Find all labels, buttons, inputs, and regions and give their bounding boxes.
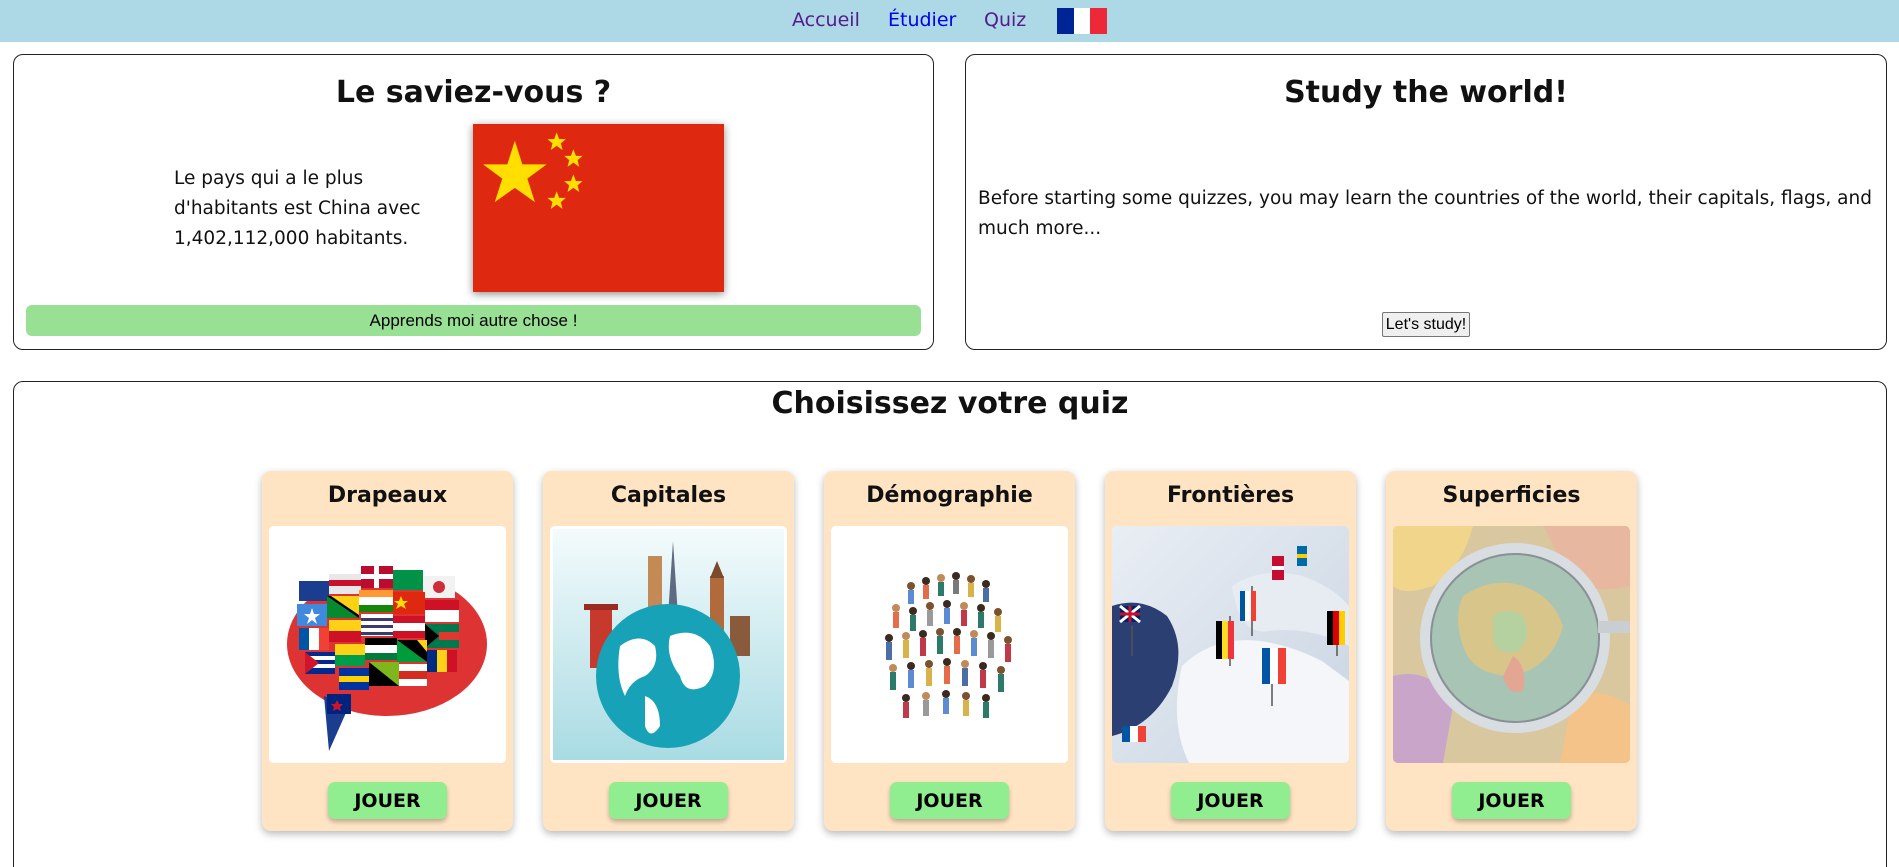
study-title: Study the world!	[1284, 75, 1568, 110]
quiz-card-drapeaux: Drapeaux JOUER	[262, 471, 513, 831]
card-title: Superficies	[1442, 483, 1581, 508]
study-text: Before starting some quizzes, you may le…	[978, 188, 1872, 239]
study-panel: Study the world! Before starting some qu…	[965, 54, 1887, 350]
lets-study-button[interactable]: Let's study!	[1382, 312, 1470, 337]
quiz-card-frontieres: Frontières JOUER	[1105, 471, 1356, 831]
quiz-card-capitales: Capitales JOUER	[543, 471, 794, 831]
teach-me-more-button[interactable]: Apprends moi autre chose !	[26, 305, 921, 336]
play-button-demographie[interactable]: JOUER	[890, 782, 1009, 819]
card-title: Démographie	[866, 483, 1033, 508]
crowd-of-people-image	[831, 526, 1068, 763]
quiz-panel: Choisissez votre quiz Drapeaux JOUER Cap…	[13, 381, 1887, 867]
play-button-capitales[interactable]: JOUER	[609, 782, 728, 819]
map-with-flag-pins-image	[1112, 526, 1349, 763]
quiz-card-demographie: Démographie JOUER	[824, 471, 1075, 831]
nav-link-accueil[interactable]: Accueil	[792, 9, 860, 31]
play-button-drapeaux[interactable]: JOUER	[328, 782, 447, 819]
card-title: Frontières	[1166, 483, 1295, 508]
quiz-title: Choisissez votre quiz	[771, 386, 1129, 421]
flags-speech-bubble-image	[269, 526, 506, 763]
globe-landmarks-image	[550, 526, 787, 763]
card-title: Capitales	[610, 483, 727, 508]
nav-link-etudier[interactable]: Étudier	[888, 9, 956, 31]
fact-text: Le pays qui a le plus d'habitants est Ch…	[174, 168, 421, 249]
top-navigation: Accueil Étudier Quiz	[0, 0, 1899, 42]
card-title: Drapeaux	[327, 483, 448, 508]
magnifier-over-map-image	[1393, 526, 1630, 763]
quiz-card-superficies: Superficies JOUER	[1386, 471, 1637, 831]
nav-link-quiz[interactable]: Quiz	[984, 9, 1026, 31]
fact-title: Le saviez-vous ?	[335, 75, 612, 110]
french-flag-icon[interactable]	[1057, 8, 1108, 34]
play-button-frontieres[interactable]: JOUER	[1171, 782, 1290, 819]
china-flag-icon	[473, 124, 724, 292]
fact-panel: Le saviez-vous ? Le pays qui a le plus d…	[13, 54, 934, 350]
play-button-superficies[interactable]: JOUER	[1452, 782, 1571, 819]
